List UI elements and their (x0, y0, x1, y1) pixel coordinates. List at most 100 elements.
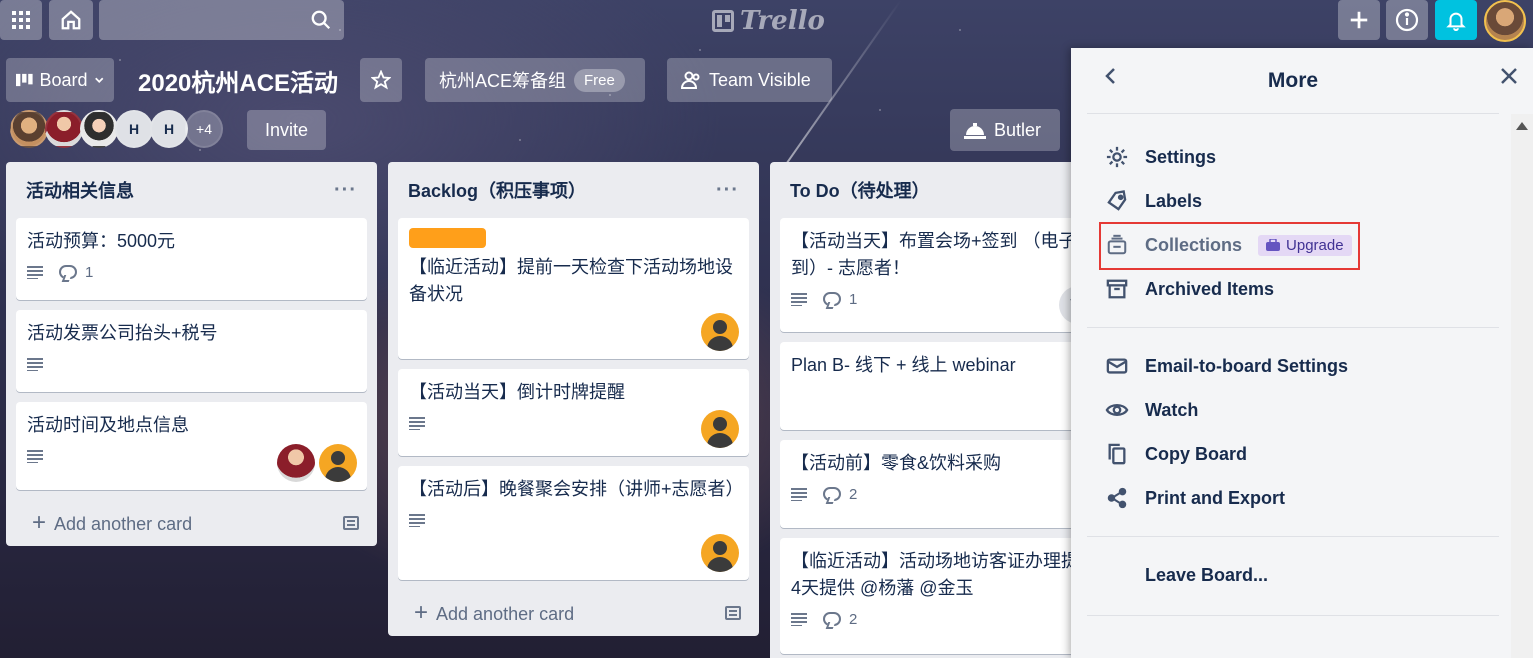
comments-badge: 1 (59, 259, 93, 286)
add-card-button[interactable]: + Add another card (388, 590, 759, 636)
search-input[interactable] (99, 0, 344, 40)
menu-item-print-export[interactable]: Print and Export (1087, 476, 1499, 520)
apps-grid-button[interactable] (0, 0, 42, 40)
card-label-orange[interactable] (409, 228, 486, 248)
board-title[interactable]: 2020杭州ACE活动 (128, 58, 348, 102)
comment-count: 2 (849, 610, 858, 628)
team-icon (681, 71, 700, 89)
trello-logo[interactable]: Trello (712, 6, 825, 36)
card-badges: 1 (27, 259, 356, 285)
description-icon (27, 265, 43, 279)
divider (1087, 327, 1499, 328)
comment-count: 1 (85, 263, 94, 281)
board-view-label: Board (39, 69, 88, 90)
close-button[interactable] (1499, 66, 1519, 91)
menu-item-copy-board[interactable]: Copy Board (1087, 432, 1499, 476)
panel-menu: Settings Labels Collections Upgrade Arch… (1087, 114, 1499, 616)
member-avatar[interactable]: H (150, 110, 188, 148)
menu-item-labels[interactable]: Labels (1087, 179, 1499, 223)
menu-item-settings[interactable]: Settings (1087, 135, 1499, 179)
card-member-avatar[interactable] (701, 313, 739, 351)
list-title[interactable]: 活动相关信息 (26, 177, 134, 203)
card-member-avatar[interactable] (277, 444, 315, 482)
menu-item-archived-items[interactable]: Archived Items (1087, 267, 1499, 311)
panel-title: More (1267, 68, 1319, 92)
menu-item-label: Email-to-board Settings (1145, 355, 1349, 376)
comment-icon (823, 292, 841, 306)
menu-item-watch[interactable]: Watch (1087, 388, 1499, 432)
card[interactable]: 活动预算：5000元 1 (16, 218, 367, 300)
list-header[interactable]: 活动相关信息 ··· (6, 162, 377, 218)
card[interactable]: 【活动当天】倒计时牌提醒 (398, 369, 749, 456)
close-icon (1501, 68, 1517, 84)
list-menu-icon[interactable]: ··· (334, 179, 357, 202)
list: 活动相关信息 ··· 活动预算：5000元 1 活动发票公司抬头+税号 活动时间… (6, 162, 377, 546)
invite-button[interactable]: Invite (247, 110, 326, 150)
comment-icon (59, 265, 77, 279)
home-button[interactable] (49, 0, 93, 40)
list-menu-icon[interactable]: ··· (716, 179, 739, 202)
card-member-avatar[interactable] (701, 410, 739, 448)
panel-header: More (1087, 48, 1517, 114)
card-title: 【临近活动】提前一天检查下活动场地设备状况 (409, 257, 733, 304)
comment-count: 1 (849, 290, 858, 308)
card[interactable]: 活动发票公司抬头+税号 (16, 310, 367, 392)
archive-icon (1105, 277, 1129, 301)
card[interactable]: 【临近活动】提前一天检查下活动场地设备状况 (398, 218, 749, 359)
member-avatar[interactable] (80, 110, 118, 148)
eye-icon (1105, 398, 1129, 422)
comments-badge: 1 (823, 286, 857, 313)
apps-grid-icon (12, 11, 30, 29)
more-members-button[interactable]: +4 (185, 110, 223, 148)
list-header[interactable]: Backlog（积压事项） ··· (388, 162, 759, 218)
highlight-box (1099, 222, 1360, 270)
panel-scrollbar[interactable] (1511, 114, 1533, 658)
butler-button[interactable]: Butler (950, 109, 1060, 151)
bell-icon (1446, 12, 1466, 31)
member-avatar[interactable] (10, 110, 48, 148)
search-icon (310, 9, 332, 36)
visibility-label: Team Visible (709, 69, 811, 90)
menu-item-label: Copy Board (1145, 443, 1248, 464)
board-menu-panel: More Settings Labels Collections Upgrade… (1071, 48, 1533, 658)
list-title[interactable]: Backlog（积压事项） (408, 177, 586, 203)
notifications-button[interactable] (1435, 0, 1477, 40)
menu-item-leave-board[interactable]: Leave Board... (1087, 553, 1499, 597)
description-icon (791, 292, 807, 306)
butler-label: Butler (994, 119, 1042, 140)
create-button[interactable] (1338, 0, 1380, 40)
list-title[interactable]: To Do（待处理） (790, 177, 930, 203)
back-button[interactable] (1101, 66, 1121, 91)
description-icon (791, 487, 807, 501)
card-member-avatar[interactable] (319, 444, 357, 482)
divider (1087, 536, 1499, 537)
divider (1087, 615, 1499, 616)
star-board-button[interactable] (360, 58, 402, 102)
scroll-up-arrow-icon[interactable] (1516, 122, 1528, 130)
user-avatar[interactable] (1484, 0, 1526, 42)
plus-icon: + (32, 509, 47, 536)
comment-icon (823, 612, 841, 626)
butler-bell-icon (964, 123, 986, 139)
info-icon (1395, 8, 1419, 32)
team-button[interactable]: 杭州ACE筹备组 Free (425, 58, 645, 102)
add-card-button[interactable]: + Add another card (6, 500, 377, 546)
card-member-avatar[interactable] (701, 534, 739, 572)
board-view-switcher[interactable]: Board (6, 58, 114, 102)
menu-item-label: Labels (1145, 190, 1203, 211)
share-icon (1105, 486, 1129, 510)
card-template-icon[interactable] (343, 516, 359, 530)
comments-badge: 2 (823, 481, 857, 508)
menu-item-email-to-board[interactable]: Email-to-board Settings (1087, 344, 1499, 388)
description-icon (409, 416, 425, 430)
comment-icon (823, 487, 841, 501)
card-title: 【活动当天】倒计时牌提醒 (409, 382, 625, 402)
member-avatar[interactable] (45, 110, 83, 148)
card[interactable]: 活动时间及地点信息 (16, 402, 367, 490)
description-icon (791, 612, 807, 626)
member-avatar[interactable]: H (115, 110, 153, 148)
card[interactable]: 【活动后】晚餐聚会安排（讲师+志愿者） (398, 466, 749, 580)
info-button[interactable] (1386, 0, 1428, 40)
card-template-icon[interactable] (725, 606, 741, 620)
visibility-button[interactable]: Team Visible (667, 58, 832, 102)
